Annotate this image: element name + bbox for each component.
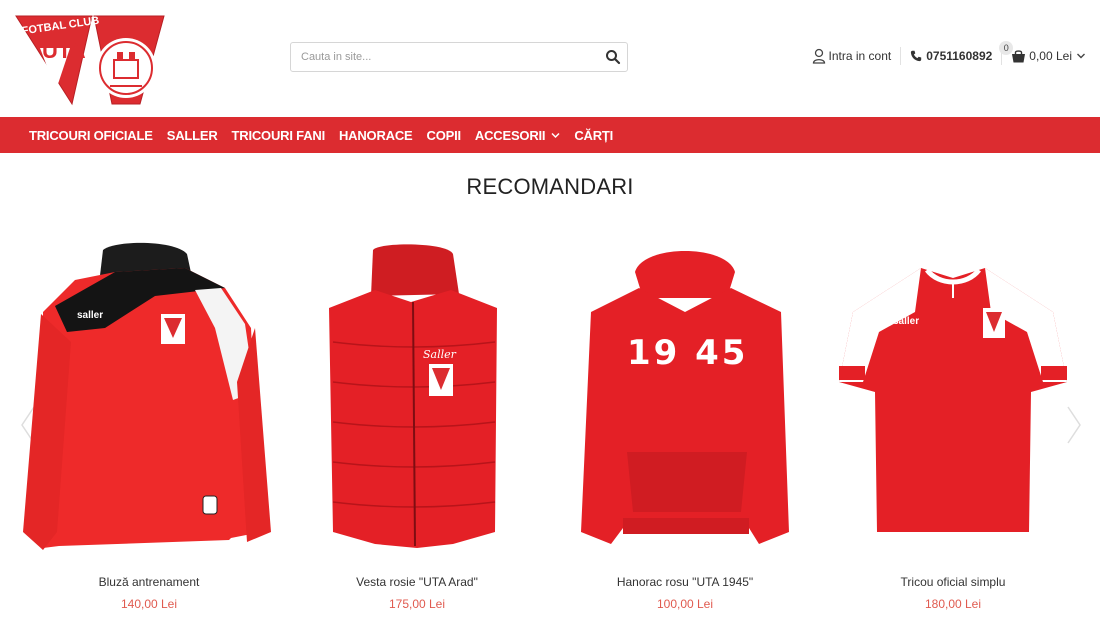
cart-link[interactable]: 0 0,00 Lei — [999, 41, 1086, 63]
nav-item-accesorii[interactable]: ACCESORII — [468, 128, 567, 143]
main-nav: TRICOURI OFICIALE SALLER TRICOURI FANI H… — [0, 117, 1100, 153]
product-card[interactable]: 19 45 Hanorac rosu "UTA 1945" 100,00 Lei — [551, 232, 819, 619]
chevron-down-icon — [1077, 53, 1085, 59]
product-image-training-top[interactable]: saller — [15, 232, 283, 562]
hoodie-print-1945: 19 45 — [627, 333, 748, 373]
nav-item-saller[interactable]: SALLER — [160, 128, 225, 143]
saller-brand-mark: Saller — [423, 348, 457, 361]
product-name[interactable]: Tricou oficial simplu — [819, 575, 1087, 589]
header-utilities: Intra in cont 0751160892 0 0,00 Lei — [812, 41, 1086, 68]
nav-item-tricouri-fani[interactable]: TRICOURI FANI — [225, 128, 332, 143]
nav-item-accesorii-label: ACCESORII — [474, 127, 546, 143]
chevron-down-icon — [551, 132, 560, 138]
product-price: 175,00 Lei — [388, 597, 446, 611]
saller-brand-mark: saller — [77, 310, 103, 321]
divider — [900, 47, 902, 65]
shopping-bag-icon — [1012, 50, 1026, 63]
product-card[interactable]: Saller Vesta rosie "UTA Arad" 175,00 Lei — [283, 232, 551, 619]
product-carousel: saller Bluză antrenament 140,00 Lei Sall… — [15, 232, 1085, 619]
site-header: FOTBAL CLUB UTA Intra in cont 0751160892 — [0, 0, 1100, 117]
section-title: RECOMANDARI — [466, 174, 634, 199]
logo-text-main: UTA — [42, 38, 86, 63]
product-name[interactable]: Vesta rosie "UTA Arad" — [283, 575, 551, 589]
phone-icon — [911, 50, 922, 62]
product-image-hoodie-1945[interactable]: 19 45 — [551, 232, 819, 562]
search-icon[interactable] — [605, 49, 621, 65]
fc-uta-logo[interactable]: FOTBAL CLUB UTA — [14, 8, 166, 108]
product-name[interactable]: Bluză antrenament — [15, 575, 283, 589]
nav-item-carti[interactable]: CĂRȚI — [567, 128, 620, 143]
nav-item-tricouri-oficiale[interactable]: TRICOURI OFICIALE — [22, 128, 160, 143]
nav-item-copii[interactable]: COPII — [420, 128, 468, 143]
nav-item-hanorace[interactable]: HANORACE — [332, 128, 420, 143]
saller-brand-mark: saller — [893, 316, 919, 327]
search-input[interactable] — [291, 43, 591, 71]
product-image-vest[interactable]: Saller — [283, 232, 551, 562]
cart-total: 0,00 Lei — [1029, 49, 1072, 63]
product-name[interactable]: Hanorac rosu "UTA 1945" — [551, 575, 819, 589]
product-price: 140,00 Lei — [120, 597, 178, 611]
account-label: Intra in cont — [828, 49, 892, 63]
product-card[interactable]: saller Bluză antrenament 140,00 Lei — [15, 232, 283, 619]
product-price: 180,00 Lei — [924, 597, 982, 611]
user-icon — [812, 48, 825, 64]
phone-number: 0751160892 — [926, 49, 993, 63]
product-card[interactable]: saller Tricou oficial simplu 180,00 Lei — [819, 232, 1087, 619]
product-image-official-shirt[interactable]: saller — [819, 232, 1087, 562]
phone-link[interactable]: 0751160892 — [910, 49, 992, 63]
product-price: 100,00 Lei — [656, 597, 714, 611]
search-box — [290, 42, 628, 72]
account-link[interactable]: Intra in cont — [812, 48, 892, 64]
